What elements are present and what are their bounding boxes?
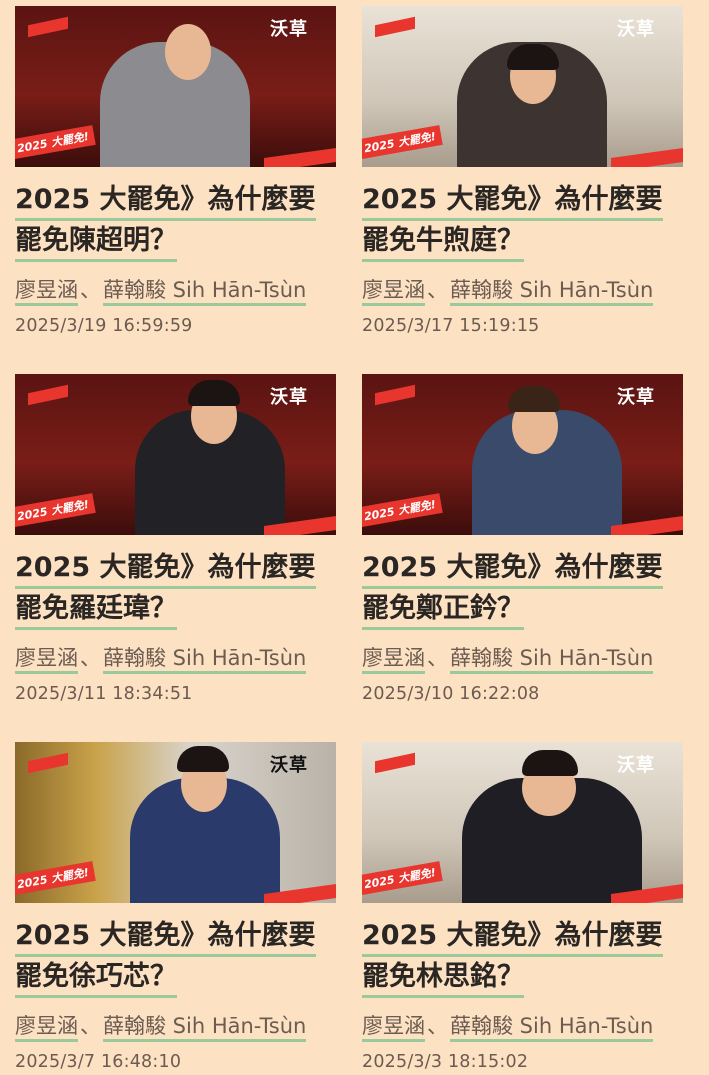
article-title[interactable]: 2025 大罷免》為什麼要 罷免陳超明？ — [15, 180, 336, 262]
photo-hair — [188, 380, 240, 406]
article-thumbnail[interactable]: 沃草 2025 大罷免! — [362, 374, 683, 535]
brand-logo: 沃草 — [617, 19, 655, 40]
author-link[interactable]: 廖昱涵 — [15, 646, 78, 674]
brand-logo: 沃草 — [270, 387, 308, 408]
author-link[interactable]: 薛翰駿 Sih Hān-Tsùn — [103, 278, 307, 306]
article-card[interactable]: 沃草 2025 大罷免! 2025 大罷免》為什麼要 罷免牛煦庭？ 廖昱涵、薛翰… — [362, 6, 683, 374]
campaign-stamp: 2025 大罷免! — [362, 492, 444, 527]
article-date: 2025/3/11 18:34:51 — [15, 684, 193, 704]
article-card[interactable]: 沃草 2025 大罷免! 2025 大罷免》為什麼要 罷免羅廷瑋？ 廖昱涵、薛翰… — [15, 374, 336, 742]
article-authors: 廖昱涵、薛翰駿 Sih Hān-Tsùn — [362, 1010, 683, 1042]
decorative-red-bar — [28, 384, 68, 406]
author-link[interactable]: 廖昱涵 — [362, 646, 425, 674]
author-link[interactable]: 廖昱涵 — [15, 278, 78, 306]
photo-hair — [522, 750, 578, 776]
campaign-stamp: 2025 大罷免! — [15, 492, 97, 527]
title-line[interactable]: 2025 大罷免》為什麼要 — [15, 550, 316, 589]
author-separator: 、 — [80, 1014, 101, 1038]
decorative-red-bar — [375, 752, 415, 774]
title-line[interactable]: 罷免羅廷瑋？ — [15, 591, 177, 630]
author-separator: 、 — [427, 278, 448, 302]
decorative-red-bar — [264, 147, 336, 167]
decorative-red-bar — [28, 752, 68, 774]
article-thumbnail[interactable]: 沃草 2025 大罷免! — [362, 742, 683, 903]
author-link[interactable]: 廖昱涵 — [362, 1014, 425, 1042]
article-authors: 廖昱涵、薛翰駿 Sih Hān-Tsùn — [15, 642, 336, 674]
article-date: 2025/3/7 16:48:10 — [15, 1052, 182, 1072]
author-link[interactable]: 薛翰駿 Sih Hān-Tsùn — [450, 278, 654, 306]
title-line[interactable]: 2025 大罷免》為什麼要 — [15, 918, 316, 957]
author-link[interactable]: 薛翰駿 Sih Hān-Tsùn — [103, 646, 307, 674]
author-separator: 、 — [427, 1014, 448, 1038]
title-line[interactable]: 罷免鄭正鈐？ — [362, 591, 524, 630]
brand-logo: 沃草 — [617, 387, 655, 408]
title-line[interactable]: 2025 大罷免》為什麼要 — [362, 918, 663, 957]
author-separator: 、 — [80, 646, 101, 670]
article-card[interactable]: 沃草 2025 大罷免! 2025 大罷免》為什麼要 罷免徐巧芯？ 廖昱涵、薛翰… — [15, 742, 336, 1075]
article-authors: 廖昱涵、薛翰駿 Sih Hān-Tsùn — [15, 274, 336, 306]
title-line[interactable]: 罷免林思銘？ — [362, 959, 524, 998]
author-separator: 、 — [427, 646, 448, 670]
campaign-stamp: 2025 大罷免! — [15, 124, 97, 159]
article-card[interactable]: 沃草 2025 大罷免! 2025 大罷免》為什麼要 罷免鄭正鈐？ 廖昱涵、薛翰… — [362, 374, 683, 742]
article-date: 2025/3/10 16:22:08 — [362, 684, 540, 704]
article-thumbnail[interactable]: 沃草 2025 大罷免! — [362, 6, 683, 167]
article-date: 2025/3/17 15:19:15 — [362, 316, 540, 336]
article-title[interactable]: 2025 大罷免》為什麼要 罷免羅廷瑋？ — [15, 548, 336, 630]
article-date: 2025/3/19 16:59:59 — [15, 316, 193, 336]
campaign-stamp: 2025 大罷免! — [362, 124, 444, 159]
decorative-red-bar — [375, 384, 415, 406]
decorative-red-bar — [28, 16, 68, 38]
article-thumbnail[interactable]: 沃草 2025 大罷免! — [15, 374, 336, 535]
title-line[interactable]: 罷免徐巧芯？ — [15, 959, 177, 998]
article-title[interactable]: 2025 大罷免》為什麼要 罷免林思銘？ — [362, 916, 683, 998]
article-authors: 廖昱涵、薛翰駿 Sih Hān-Tsùn — [15, 1010, 336, 1042]
author-separator: 、 — [80, 278, 101, 302]
brand-logo: 沃草 — [617, 755, 655, 776]
article-title[interactable]: 2025 大罷免》為什麼要 罷免鄭正鈐？ — [362, 548, 683, 630]
article-card[interactable]: 沃草 2025 大罷免! 2025 大罷免》為什麼要 罷免林思銘？ 廖昱涵、薛翰… — [362, 742, 683, 1075]
author-link[interactable]: 薛翰駿 Sih Hān-Tsùn — [450, 646, 654, 674]
decorative-red-bar — [611, 147, 683, 167]
campaign-stamp: 2025 大罷免! — [15, 860, 97, 895]
title-line[interactable]: 罷免陳超明？ — [15, 223, 177, 262]
article-date: 2025/3/3 18:15:02 — [362, 1052, 529, 1072]
article-title[interactable]: 2025 大罷免》為什麼要 罷免牛煦庭？ — [362, 180, 683, 262]
brand-logo: 沃草 — [270, 755, 308, 776]
article-authors: 廖昱涵、薛翰駿 Sih Hān-Tsùn — [362, 642, 683, 674]
author-link[interactable]: 廖昱涵 — [362, 278, 425, 306]
author-link[interactable]: 薛翰駿 Sih Hān-Tsùn — [450, 1014, 654, 1042]
title-line[interactable]: 2025 大罷免》為什麼要 — [362, 550, 663, 589]
photo-hair — [508, 386, 560, 412]
decorative-red-bar — [375, 16, 415, 38]
title-line[interactable]: 2025 大罷免》為什麼要 — [15, 182, 316, 221]
article-authors: 廖昱涵、薛翰駿 Sih Hān-Tsùn — [362, 274, 683, 306]
photo-head — [165, 24, 211, 80]
article-card[interactable]: 沃草 2025 大罷免! 2025 大罷免》為什麼要 罷免陳超明？ 廖昱涵、薛翰… — [15, 6, 336, 374]
campaign-stamp: 2025 大罷免! — [362, 860, 444, 895]
title-line[interactable]: 罷免牛煦庭？ — [362, 223, 524, 262]
article-thumbnail[interactable]: 沃草 2025 大罷免! — [15, 6, 336, 167]
article-title[interactable]: 2025 大罷免》為什麼要 罷免徐巧芯？ — [15, 916, 336, 998]
author-link[interactable]: 薛翰駿 Sih Hān-Tsùn — [103, 1014, 307, 1042]
brand-logo: 沃草 — [270, 19, 308, 40]
article-grid: 沃草 2025 大罷免! 2025 大罷免》為什麼要 罷免陳超明？ 廖昱涵、薛翰… — [15, 6, 683, 1075]
author-link[interactable]: 廖昱涵 — [15, 1014, 78, 1042]
title-line[interactable]: 2025 大罷免》為什麼要 — [362, 182, 663, 221]
article-thumbnail[interactable]: 沃草 2025 大罷免! — [15, 742, 336, 903]
photo-hair — [507, 44, 559, 70]
photo-hair — [177, 746, 229, 772]
